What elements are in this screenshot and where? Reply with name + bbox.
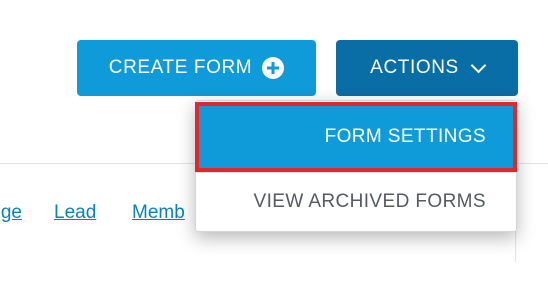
menu-item-form-settings[interactable]: FORM SETTINGS <box>198 105 514 169</box>
chevron-down-icon <box>470 57 487 73</box>
tab-link-members[interactable]: Memb <box>132 202 185 224</box>
create-form-label: CREATE FORM <box>108 57 253 78</box>
actions-label: ACTIONS <box>370 57 459 78</box>
tab-link-lead[interactable]: Lead <box>54 202 96 224</box>
menu-item-view-archived-forms[interactable]: VIEW ARCHIVED FORMS <box>196 173 516 231</box>
tab-link-partial[interactable]: ge <box>0 202 22 224</box>
menu-item-label: VIEW ARCHIVED FORMS <box>253 191 486 212</box>
actions-dropdown-menu: FORM SETTINGS VIEW ARCHIVED FORMS <box>195 100 517 232</box>
menu-item-label: FORM SETTINGS <box>324 126 486 147</box>
create-form-button[interactable]: CREATE FORM <box>77 40 316 96</box>
toolbar-area: ge Lead Memb CREATE FORM ACTIONS FORM SE… <box>0 0 548 284</box>
plus-circle-icon <box>262 57 285 79</box>
actions-button[interactable]: ACTIONS <box>336 40 518 96</box>
